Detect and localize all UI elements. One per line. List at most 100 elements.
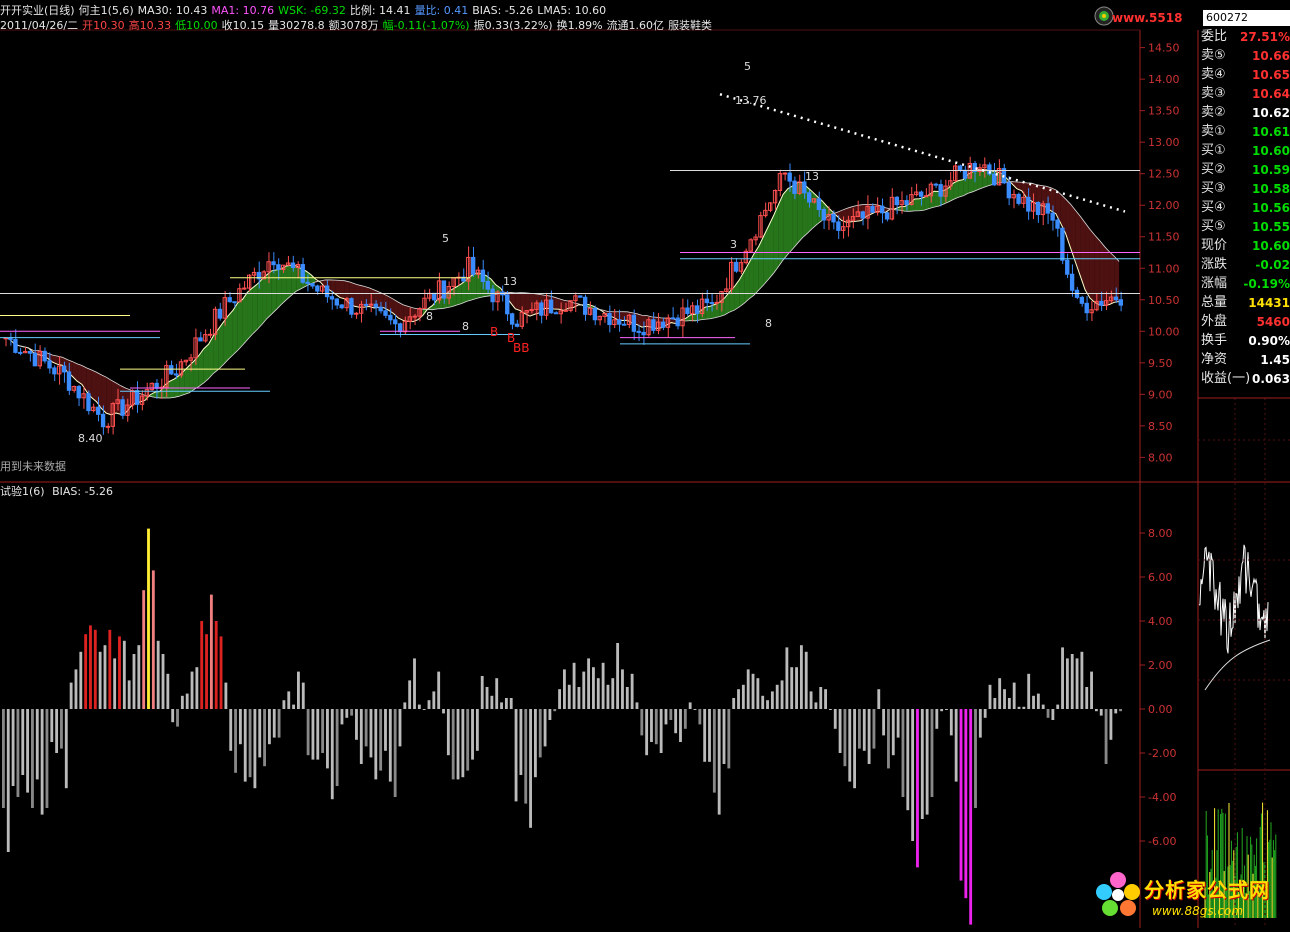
- ma-cloud: [734, 279, 740, 311]
- price-tick-label: 10.50: [1148, 294, 1180, 307]
- osc-bar: [674, 709, 678, 734]
- ma-cloud: [934, 191, 939, 208]
- osc-bar: [988, 684, 992, 709]
- ma-cloud: [1070, 204, 1076, 262]
- quote-row: 卖① 10.61: [1198, 123, 1290, 141]
- quote-value: 10.58: [1252, 182, 1290, 196]
- header-field: 何主1(5,6): [78, 4, 134, 17]
- candle-body: [836, 221, 841, 231]
- candle-body: [290, 262, 296, 269]
- osc-bar: [712, 709, 716, 793]
- osc-bar: [432, 691, 436, 709]
- osc-bar: [335, 709, 339, 786]
- candle-body: [232, 301, 237, 304]
- candle-body: [505, 294, 510, 315]
- candle-body: [397, 323, 403, 333]
- candle-body: [388, 314, 393, 321]
- osc-bar: [828, 709, 832, 710]
- osc-bar: [321, 709, 325, 753]
- candle-body: [1050, 212, 1055, 221]
- quote-row: 买⑤ 10.55: [1198, 218, 1290, 236]
- quote-label: 外盘: [1201, 314, 1228, 329]
- osc-bar: [301, 682, 305, 709]
- osc-bar: [1109, 709, 1113, 740]
- candle-body: [354, 312, 359, 315]
- osc-bar: [978, 709, 982, 738]
- osc-bar: [205, 634, 208, 709]
- ma-cloud: [286, 265, 292, 300]
- osc-bar: [945, 709, 948, 710]
- osc-bar: [306, 709, 310, 756]
- osc-bar: [282, 700, 286, 709]
- osc-bar: [200, 621, 204, 709]
- osc-bar: [50, 709, 54, 742]
- wave-label: 8: [426, 310, 433, 323]
- osc-bar: [2, 709, 5, 808]
- ma-cloud: [106, 377, 112, 415]
- candle-body: [792, 180, 797, 194]
- candle-body: [13, 338, 18, 353]
- ma-cloud: [91, 370, 97, 402]
- osc-bar: [272, 709, 276, 738]
- price-tick-label: 9.50: [1148, 357, 1173, 370]
- osc-bar: [209, 594, 213, 709]
- candle-body: [816, 198, 822, 210]
- osc-bar: [355, 709, 358, 740]
- quote-value: 5460: [1256, 315, 1290, 329]
- quote-row: 涨跌 -0.02: [1198, 256, 1290, 274]
- osc-bar: [1051, 709, 1055, 720]
- osc-bar: [345, 709, 349, 718]
- osc-bar: [417, 704, 421, 709]
- candle-body: [631, 314, 637, 332]
- osc-bar: [79, 651, 83, 709]
- header-field: MA1: 10.76: [211, 4, 275, 17]
- candle-body: [548, 299, 554, 314]
- quote-value: 10.56: [1252, 201, 1290, 215]
- osc-bar: [26, 709, 30, 793]
- candle-body: [641, 331, 646, 336]
- header-field: 比例: 14.41: [349, 4, 411, 17]
- quote-row: 买④ 10.56: [1198, 199, 1290, 217]
- price-tick-label: 13.00: [1148, 136, 1180, 149]
- osc-bar: [466, 709, 470, 771]
- osc-bar: [630, 673, 634, 709]
- candle-body: [134, 390, 140, 405]
- osc-bar: [930, 709, 934, 797]
- sub-indicator-name: 试验1(6): [0, 485, 45, 498]
- chart-window[interactable]: 14.50 14.00 13.50 13.00 12.50 12.00 11.50 11.00…: [0, 0, 1290, 928]
- candle-body: [1035, 201, 1041, 216]
- osc-bar: [1065, 658, 1069, 709]
- osc-bar: [263, 709, 266, 767]
- candle-body: [709, 302, 714, 305]
- osc-bar: [500, 702, 503, 709]
- candle-body: [1065, 259, 1070, 275]
- osc-bar: [1099, 709, 1103, 716]
- osc-bar: [543, 709, 547, 747]
- indicator-header-line1: 开开实业(日线) 何主1(5,6) MA30: 10.43 MA1: 10.76 WSK…: [0, 4, 610, 18]
- quote-value: 27.51%: [1240, 30, 1290, 44]
- osc-bar: [248, 709, 252, 778]
- candle-body: [169, 365, 174, 375]
- quote-row: 卖④ 10.65: [1198, 66, 1290, 84]
- quote-row: 委比 27.51%: [1198, 28, 1290, 46]
- stock-code-box[interactable]: 600272: [1203, 10, 1290, 26]
- brand-url: www.88gs.com: [1152, 904, 1244, 918]
- header-field: 服装鞋类: [668, 19, 713, 32]
- osc-bar: [693, 709, 697, 710]
- osc-bar: [529, 709, 532, 828]
- candle-body: [383, 310, 388, 316]
- ma-cloud: [237, 299, 243, 351]
- osc-bar: [872, 709, 876, 749]
- candle-body: [349, 298, 354, 315]
- osc-bar: [214, 621, 218, 709]
- osc-bar: [398, 709, 402, 747]
- osc-bar: [964, 709, 968, 899]
- osc-bar: [103, 645, 107, 709]
- header-field: 流通1.60亿: [606, 19, 665, 32]
- quote-value: 10.64: [1252, 87, 1290, 101]
- osc-bar: [611, 678, 615, 709]
- candle-body: [276, 264, 281, 270]
- chart-canvas[interactable]: 14.50 14.00 13.50 13.00 12.50 12.00 11.50 11.00…: [0, 0, 1290, 928]
- candle-body: [607, 312, 612, 326]
- header-field: BIAS: -5.26: [472, 4, 534, 17]
